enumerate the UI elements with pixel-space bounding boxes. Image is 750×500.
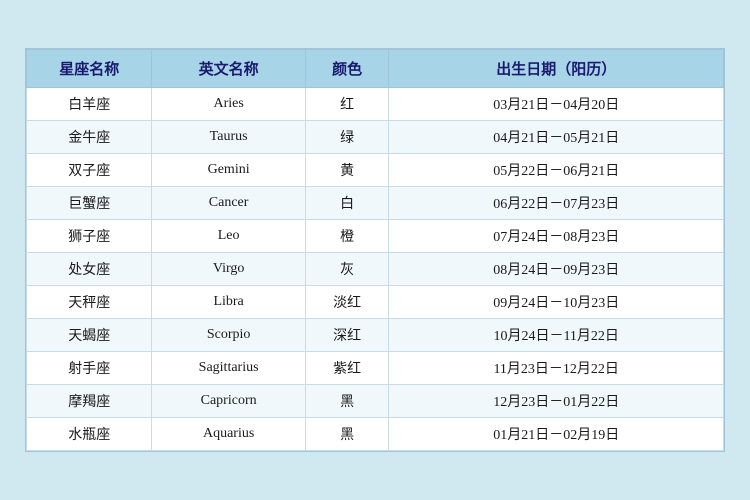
table-row: 摩羯座Capricorn黑12月23日－01月22日 (27, 385, 724, 418)
cell-english: Capricorn (152, 385, 305, 418)
cell-english: Sagittarius (152, 352, 305, 385)
cell-english: Cancer (152, 187, 305, 220)
cell-english: Libra (152, 286, 305, 319)
table-row: 射手座Sagittarius紫红11月23日－12月22日 (27, 352, 724, 385)
cell-english: Leo (152, 220, 305, 253)
cell-color: 灰 (305, 253, 389, 286)
table-row: 水瓶座Aquarius黑01月21日－02月19日 (27, 418, 724, 451)
table-row: 处女座Virgo灰08月24日－09月23日 (27, 253, 724, 286)
table-row: 巨蟹座Cancer白06月22日－07月23日 (27, 187, 724, 220)
cell-english: Aquarius (152, 418, 305, 451)
cell-english: Taurus (152, 121, 305, 154)
zodiac-table: 星座名称 英文名称 颜色 出生日期（阳历） 白羊座Aries红03月21日－04… (26, 49, 724, 451)
cell-date: 03月21日－04月20日 (389, 88, 724, 121)
table-row: 天蝎座Scorpio深红10月24日－11月22日 (27, 319, 724, 352)
cell-chinese: 双子座 (27, 154, 152, 187)
cell-chinese: 水瓶座 (27, 418, 152, 451)
header-english: 英文名称 (152, 50, 305, 88)
header-color: 颜色 (305, 50, 389, 88)
cell-chinese: 巨蟹座 (27, 187, 152, 220)
cell-chinese: 射手座 (27, 352, 152, 385)
cell-color: 白 (305, 187, 389, 220)
cell-date: 09月24日－10月23日 (389, 286, 724, 319)
cell-english: Scorpio (152, 319, 305, 352)
cell-date: 12月23日－01月22日 (389, 385, 724, 418)
cell-date: 07月24日－08月23日 (389, 220, 724, 253)
cell-english: Virgo (152, 253, 305, 286)
cell-date: 10月24日－11月22日 (389, 319, 724, 352)
cell-color: 红 (305, 88, 389, 121)
cell-date: 11月23日－12月22日 (389, 352, 724, 385)
cell-color: 深红 (305, 319, 389, 352)
cell-date: 05月22日－06月21日 (389, 154, 724, 187)
cell-english: Aries (152, 88, 305, 121)
table-row: 双子座Gemini黄05月22日－06月21日 (27, 154, 724, 187)
table-row: 狮子座Leo橙07月24日－08月23日 (27, 220, 724, 253)
cell-english: Gemini (152, 154, 305, 187)
cell-color: 黑 (305, 418, 389, 451)
cell-chinese: 白羊座 (27, 88, 152, 121)
table-header-row: 星座名称 英文名称 颜色 出生日期（阳历） (27, 50, 724, 88)
cell-color: 绿 (305, 121, 389, 154)
cell-chinese: 天蝎座 (27, 319, 152, 352)
table-row: 天秤座Libra淡红09月24日－10月23日 (27, 286, 724, 319)
table-row: 金牛座Taurus绿04月21日－05月21日 (27, 121, 724, 154)
cell-chinese: 金牛座 (27, 121, 152, 154)
zodiac-table-container: 星座名称 英文名称 颜色 出生日期（阳历） 白羊座Aries红03月21日－04… (25, 48, 725, 452)
cell-date: 01月21日－02月19日 (389, 418, 724, 451)
cell-color: 橙 (305, 220, 389, 253)
header-chinese: 星座名称 (27, 50, 152, 88)
cell-date: 08月24日－09月23日 (389, 253, 724, 286)
header-date: 出生日期（阳历） (389, 50, 724, 88)
cell-chinese: 处女座 (27, 253, 152, 286)
cell-chinese: 天秤座 (27, 286, 152, 319)
cell-color: 黄 (305, 154, 389, 187)
table-row: 白羊座Aries红03月21日－04月20日 (27, 88, 724, 121)
cell-date: 06月22日－07月23日 (389, 187, 724, 220)
cell-color: 紫红 (305, 352, 389, 385)
cell-chinese: 狮子座 (27, 220, 152, 253)
cell-chinese: 摩羯座 (27, 385, 152, 418)
cell-color: 淡红 (305, 286, 389, 319)
cell-date: 04月21日－05月21日 (389, 121, 724, 154)
cell-color: 黑 (305, 385, 389, 418)
